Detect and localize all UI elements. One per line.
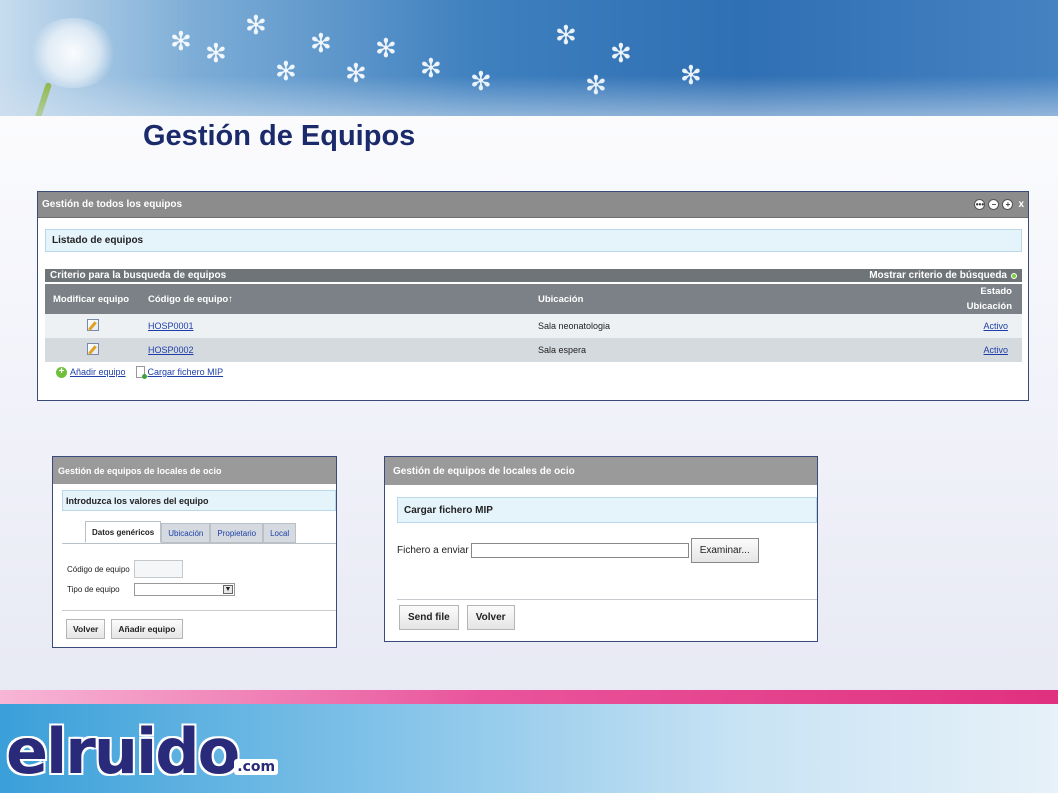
- header-banner: ✻ ✻ ✻ ✻ ✻ ✻ ✻ ✻ ✻ ✻ ✻ ✻ ✻: [0, 0, 1058, 116]
- table-row: HOSP0001 Sala neonatologia Activo: [45, 314, 1022, 338]
- upload-mip-action[interactable]: Cargar fichero MIP: [135, 366, 224, 379]
- col-status-header-line1: Estado: [980, 286, 1012, 297]
- browse-button[interactable]: Examinar...: [690, 538, 759, 563]
- window-controls: ••• – + x: [974, 199, 1024, 210]
- status-link[interactable]: Activo: [983, 321, 1008, 331]
- table-header-row: Modificar equipo Código de equipo↑ Ubica…: [45, 284, 1022, 314]
- seed-decoration: ✻: [310, 28, 332, 58]
- show-criteria-label[interactable]: Mostrar criterio de búsqueda: [869, 270, 1007, 281]
- file-input[interactable]: [470, 543, 689, 558]
- equipment-portlet: Gestión de todos los equipos ••• – + x L…: [37, 191, 1029, 401]
- seed-decoration: ✻: [170, 26, 192, 56]
- col-edit-header: Modificar equipo: [45, 284, 140, 314]
- more-icon[interactable]: •••: [974, 199, 986, 210]
- restore-icon[interactable]: +: [1002, 199, 1014, 210]
- footer-pink-bar: [0, 690, 1058, 704]
- code-field-label: Código de equipo: [67, 564, 130, 574]
- code-field[interactable]: [134, 560, 183, 578]
- chevron-down-icon[interactable]: ▼: [223, 585, 233, 594]
- col-status-header-line2: Ubicación: [966, 301, 1012, 312]
- edit-icon[interactable]: [86, 343, 99, 355]
- form-tabs: Datos genéricos Ubicación Propietario Lo…: [85, 521, 336, 543]
- col-code-header[interactable]: Código de equipo↑: [140, 284, 530, 314]
- back-button[interactable]: Volver: [466, 605, 515, 630]
- seed-decoration: ✻: [205, 38, 227, 68]
- equipment-form-panel: Gestión de equipos de locales de ocio In…: [52, 456, 337, 648]
- page-title: Gestión de Equipos: [143, 120, 416, 152]
- logo-text: elruido: [6, 715, 240, 788]
- status-cell: Activo: [932, 314, 1022, 338]
- code-cell: HOSP0002: [140, 338, 530, 362]
- add-icon[interactable]: +: [56, 366, 67, 378]
- banner-shade: [0, 76, 1058, 116]
- col-location-header: Ubicación: [530, 284, 932, 314]
- status-link[interactable]: Activo: [983, 345, 1008, 355]
- logo-tld: .com: [234, 759, 279, 775]
- seed-decoration: ✻: [555, 20, 577, 50]
- form-divider: [62, 610, 336, 611]
- code-field-row: Código de equipo: [67, 560, 336, 578]
- tab-propietario[interactable]: Propietario: [210, 523, 264, 543]
- add-equipment-action[interactable]: + Añadir equipo: [56, 366, 126, 378]
- expand-icon[interactable]: [1011, 272, 1017, 279]
- type-field-label: Tipo de equipo: [67, 585, 120, 594]
- portlet-title: Gestión de todos los equipos: [42, 199, 183, 210]
- list-section-title: Listado de equipos: [45, 229, 1022, 252]
- tab-ubicacion[interactable]: Ubicación: [161, 523, 211, 543]
- upload-mip-link[interactable]: Cargar fichero MIP: [148, 367, 224, 377]
- file-upload-icon[interactable]: [135, 366, 147, 379]
- elruido-logo: elruido .com: [6, 706, 279, 791]
- edit-cell: [45, 314, 140, 338]
- edit-cell: [45, 338, 140, 362]
- add-equipment-button[interactable]: Añadir equipo: [111, 619, 183, 639]
- form-panel-title: Gestión de equipos de locales de ocio: [53, 457, 336, 484]
- upload-panel-title: Gestión de equipos de locales de ocio: [385, 457, 817, 485]
- location-cell: Sala espera: [530, 338, 932, 362]
- status-cell: Activo: [932, 338, 1022, 362]
- tab-divider: [62, 543, 336, 544]
- show-criteria-toggle[interactable]: Mostrar criterio de búsqueda: [869, 270, 1017, 281]
- code-cell: HOSP0001: [140, 314, 530, 338]
- equipment-table: Modificar equipo Código de equipo↑ Ubica…: [45, 284, 1022, 362]
- criteria-label: Criterio para la busqueda de equipos: [50, 270, 227, 281]
- send-file-button[interactable]: Send file: [399, 605, 459, 630]
- minimize-icon[interactable]: –: [988, 199, 1000, 210]
- type-select[interactable]: ▼: [134, 583, 235, 596]
- portlet-header: Gestión de todos los equipos ••• – + x: [38, 192, 1028, 218]
- seed-decoration: ✻: [610, 38, 632, 68]
- back-button[interactable]: Volver: [66, 619, 106, 639]
- table-row: HOSP0002 Sala espera Activo: [45, 338, 1022, 362]
- seed-decoration: ✻: [375, 33, 397, 63]
- tab-local[interactable]: Local: [263, 523, 297, 543]
- file-row: Fichero a enviar Examinar...: [397, 538, 817, 563]
- equipment-code-link[interactable]: HOSP0002: [148, 345, 194, 355]
- tab-datos-genericos[interactable]: Datos genéricos: [85, 521, 162, 543]
- upload-buttons: Send file Volver: [399, 605, 817, 630]
- upload-section-title: Cargar fichero MIP: [397, 497, 817, 523]
- add-equipment-link[interactable]: Añadir equipo: [70, 367, 126, 377]
- type-field-row: Tipo de equipo ▼: [67, 583, 336, 596]
- form-buttons: Volver Añadir equipo: [66, 619, 336, 639]
- search-criteria-bar: Criterio para la busqueda de equipos Mos…: [45, 269, 1022, 282]
- equipment-code-link[interactable]: HOSP0001: [148, 321, 194, 331]
- portlet-actions: + Añadir equipo Cargar fichero MIP: [56, 366, 1028, 379]
- seed-decoration: ✻: [245, 10, 267, 40]
- upload-divider: [397, 599, 817, 600]
- edit-icon[interactable]: [86, 319, 99, 331]
- location-cell: Sala neonatologia: [530, 314, 932, 338]
- file-label: Fichero a enviar: [397, 545, 469, 556]
- close-icon[interactable]: x: [1018, 199, 1024, 210]
- col-status-header: Estado Ubicación: [932, 284, 1022, 314]
- form-section-title: Introduzca los valores del equipo: [62, 490, 336, 511]
- upload-mip-panel: Gestión de equipos de locales de ocio Ca…: [384, 456, 818, 642]
